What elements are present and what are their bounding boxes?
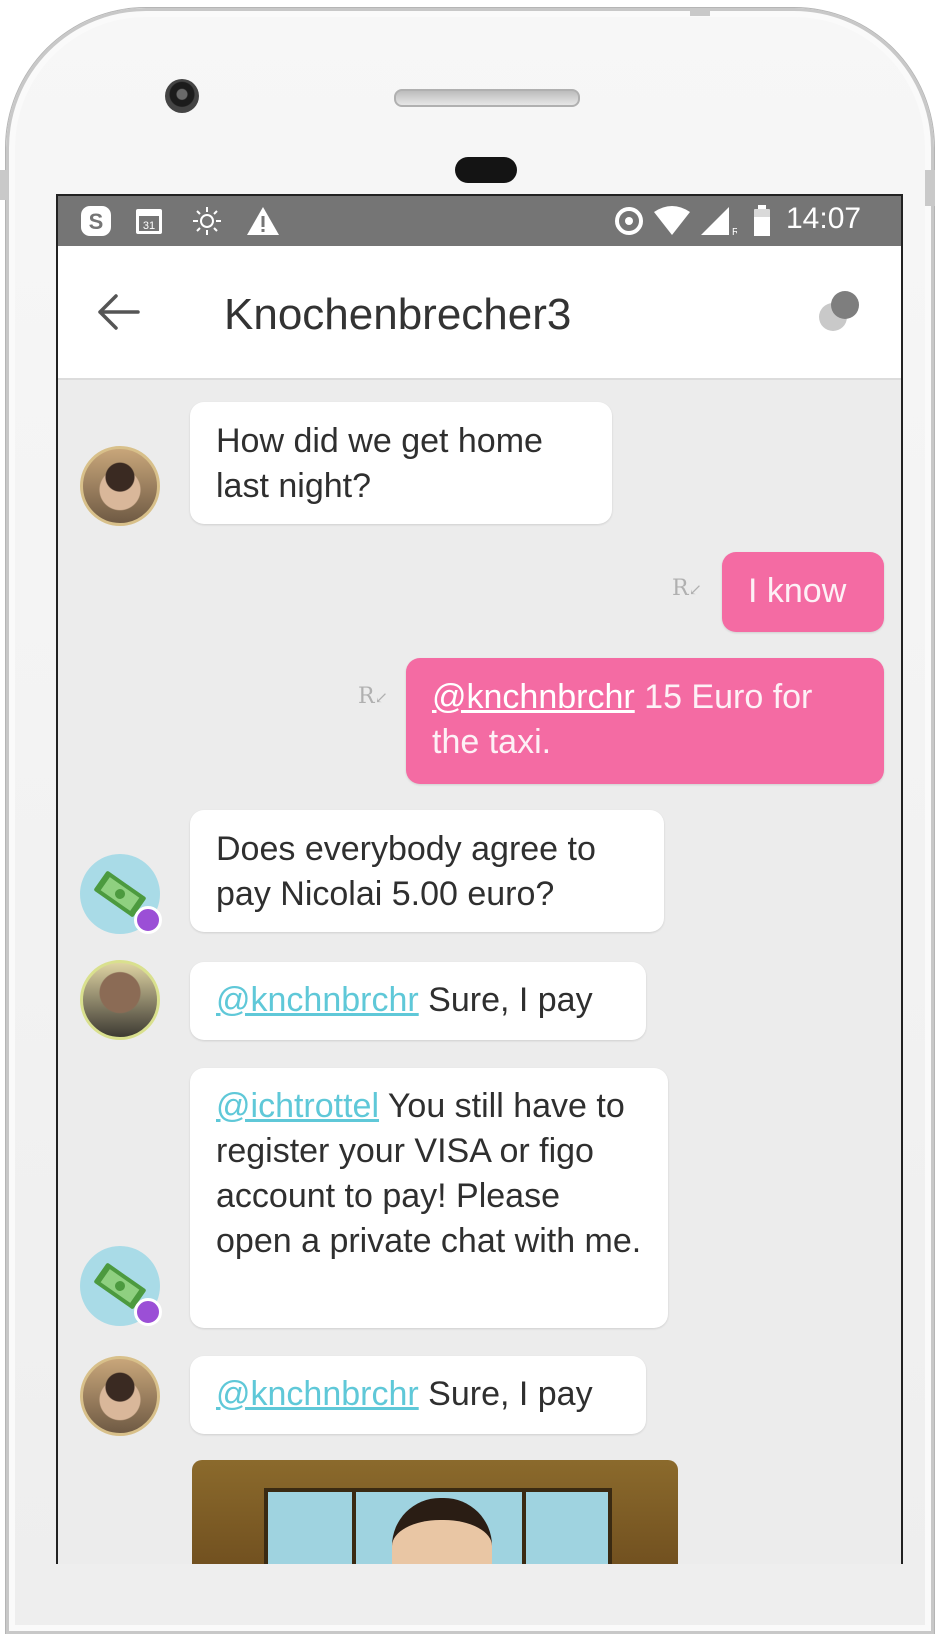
svg-text:31: 31	[143, 220, 155, 232]
message-bubble-outgoing: I know	[722, 552, 884, 632]
back-button[interactable]	[94, 290, 142, 334]
read-receipt-icon: R↙	[672, 576, 702, 601]
cell-signal-icon: R	[698, 204, 738, 238]
battery-icon	[750, 204, 774, 238]
user-mention-link[interactable]: @knchnbrchr	[216, 981, 419, 1019]
app-bar: Knochenbrecher3	[58, 246, 901, 380]
warning-icon	[244, 204, 282, 238]
gif-window-divider	[352, 1488, 356, 1564]
earpiece-speaker	[394, 89, 580, 107]
brightness-icon	[188, 204, 226, 238]
message-text: Sure, I pay	[418, 981, 593, 1019]
arrow-left-icon	[98, 294, 140, 330]
chat-title: Knochenbrecher3	[224, 290, 572, 339]
top-button	[690, 8, 710, 16]
bot-badge-icon	[134, 906, 162, 934]
message-bubble-incoming: @ichtrottel You still have to register y…	[190, 1068, 668, 1328]
read-receipt-icon: R↙	[358, 684, 388, 709]
gif-image[interactable]	[192, 1460, 678, 1564]
proximity-sensor	[455, 157, 517, 183]
svg-text:S: S	[89, 209, 104, 234]
gif-window-divider	[522, 1488, 526, 1564]
sender-avatar[interactable]	[80, 1356, 160, 1436]
message-bubble-incoming: @knchnbrchr Sure, I pay	[190, 962, 646, 1040]
status-bar: S 31 R 14:07	[58, 196, 901, 246]
sender-avatar[interactable]	[80, 960, 160, 1040]
user-mention-link[interactable]: @knchnbrchr	[432, 678, 635, 716]
skype-icon: S	[78, 204, 114, 238]
status-time: 14:07	[786, 202, 862, 235]
front-camera	[165, 79, 199, 113]
user-mention-link[interactable]: @ichtrottel	[216, 1087, 379, 1125]
message-text: Sure, I pay	[418, 1375, 593, 1413]
chat-settings-button[interactable]	[814, 286, 866, 338]
message-text: Does everybody agree to pay Nicolai 5.00…	[216, 830, 596, 913]
message-text: I know	[748, 572, 847, 610]
message-bubble-outgoing: @knchnbrchr 15 Euro for the taxi.	[406, 658, 884, 784]
screen: S 31 R 14:07 Knochenbrecher3	[56, 194, 903, 1564]
message-bubble-incoming: Does everybody agree to pay Nicolai 5.00…	[190, 810, 664, 932]
bot-badge-icon	[134, 1298, 162, 1326]
settings-dots-icon	[819, 291, 859, 331]
side-button	[0, 170, 8, 200]
wifi-icon	[652, 204, 692, 238]
data-saver-icon	[612, 204, 646, 238]
user-mention-link[interactable]: @knchnbrchr	[216, 1375, 419, 1413]
message-text: How did we get home last night?	[216, 422, 543, 505]
side-button	[925, 170, 935, 206]
svg-text:R: R	[732, 227, 737, 236]
message-bubble-incoming: @knchnbrchr Sure, I pay	[190, 1356, 646, 1434]
message-bubble-incoming: How did we get home last night?	[190, 402, 612, 524]
calendar-icon: 31	[132, 204, 166, 238]
sender-avatar[interactable]	[80, 446, 160, 526]
